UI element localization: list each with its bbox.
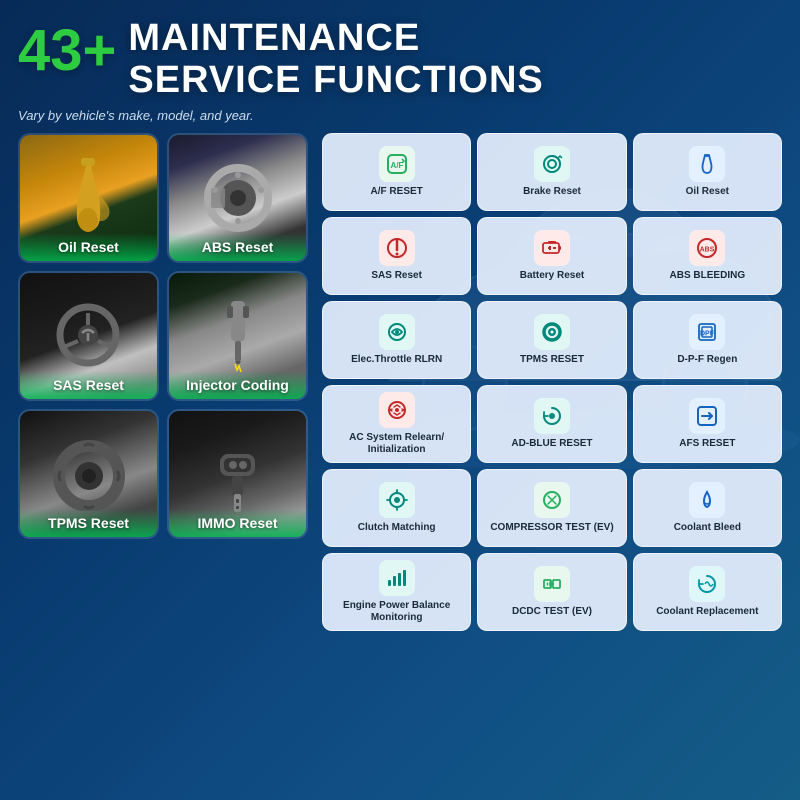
- svg-text:DPF: DPF: [700, 330, 715, 337]
- immo-label: IMMO Reset: [169, 509, 306, 537]
- af-reset-icon: A/F: [379, 146, 415, 182]
- func-card-dpf-regen[interactable]: DPF D-P-F Regen: [633, 301, 782, 379]
- title-line1: MAINTENANCE: [128, 18, 543, 60]
- func-card-dcdc-test[interactable]: DCDC TEST (EV): [477, 553, 626, 631]
- battery-reset-label: Battery Reset: [520, 270, 584, 282]
- header-section: 43+ MAINTENANCE SERVICE FUNCTIONS: [18, 18, 782, 102]
- brake-reset-icon: [534, 146, 570, 182]
- engine-power-icon: [379, 560, 415, 596]
- dcdc-test-icon: [534, 566, 570, 602]
- abs-bleeding-label: ABS BLEEDING: [670, 270, 746, 282]
- coolant-bleed-icon: [689, 482, 725, 518]
- injector-label: Injector Coding: [169, 371, 306, 399]
- func-card-battery-reset[interactable]: Battery Reset: [477, 217, 626, 295]
- func-card-brake-reset[interactable]: Brake Reset: [477, 133, 626, 211]
- afs-reset-label: AFS RESET: [679, 438, 735, 450]
- func-card-tpms-reset[interactable]: TPMS RESET: [477, 301, 626, 379]
- car-key-icon: [210, 434, 265, 514]
- photo-card-sas-reset[interactable]: SAS Reset: [18, 271, 159, 401]
- main-layout: Oil Reset ABS: [18, 133, 782, 631]
- func-card-engine-power[interactable]: Engine Power Balance Monitoring: [322, 553, 471, 631]
- dcdc-test-label: DCDC TEST (EV): [512, 606, 592, 618]
- func-card-abs-bleeding[interactable]: ABS ABS BLEEDING: [633, 217, 782, 295]
- func-card-ad-blue[interactable]: AD-BLUE RESET: [477, 385, 626, 463]
- oil-reset-label: Oil Reset: [20, 233, 157, 261]
- tire-icon: [49, 436, 129, 511]
- func-card-oil-reset[interactable]: Oil Reset: [633, 133, 782, 211]
- oil-reset-func-label: Oil Reset: [686, 186, 729, 198]
- coolant-bleed-label: Coolant Bleed: [674, 522, 741, 534]
- func-card-coolant-replacement[interactable]: Coolant Replacement: [633, 553, 782, 631]
- photo-card-immo[interactable]: IMMO Reset: [167, 409, 308, 539]
- ad-blue-label: AD-BLUE RESET: [511, 438, 592, 450]
- abs-bleeding-icon: ABS: [689, 230, 725, 266]
- svg-text:ABS: ABS: [700, 246, 715, 253]
- battery-reset-icon: [534, 230, 570, 266]
- steering-wheel-icon: [56, 303, 121, 368]
- oil-reset-func-icon: [689, 146, 725, 182]
- ad-blue-icon: [534, 398, 570, 434]
- elec-throttle-label: Elec.Throttle RLRN: [351, 354, 442, 366]
- func-card-clutch-matching[interactable]: Clutch Matching: [322, 469, 471, 547]
- feature-count: 43+: [18, 22, 116, 80]
- page-content: 43+ MAINTENANCE SERVICE FUNCTIONS Vary b…: [0, 0, 800, 641]
- func-card-compressor[interactable]: COMPRESSOR TEST (EV): [477, 469, 626, 547]
- brake-disc-icon: [203, 160, 273, 235]
- ac-system-icon: [379, 392, 415, 428]
- photo-card-injector[interactable]: Injector Coding: [167, 271, 308, 401]
- func-card-sas-reset[interactable]: SAS Reset: [322, 217, 471, 295]
- abs-reset-label: ABS Reset: [169, 233, 306, 261]
- func-card-af-reset[interactable]: A/F A/F RESET: [322, 133, 471, 211]
- clutch-matching-label: Clutch Matching: [358, 522, 436, 534]
- title-block: MAINTENANCE SERVICE FUNCTIONS: [128, 18, 543, 102]
- ac-system-label: AC System Relearn/ Initialization: [349, 432, 444, 456]
- coolant-replacement-label: Coolant Replacement: [656, 606, 758, 618]
- dpf-regen-label: D-P-F Regen: [677, 354, 737, 366]
- sas-reset-func-icon: [379, 230, 415, 266]
- sas-reset-func-label: SAS Reset: [371, 270, 422, 282]
- title-line2: SERVICE FUNCTIONS: [128, 60, 543, 102]
- dpf-regen-icon: DPF: [689, 314, 725, 350]
- photo-cards-panel: Oil Reset ABS: [18, 133, 308, 631]
- coolant-replacement-icon: [689, 566, 725, 602]
- func-card-afs-reset[interactable]: AFS RESET: [633, 385, 782, 463]
- af-reset-label: A/F RESET: [371, 186, 423, 198]
- photo-card-tpms[interactable]: TPMS Reset: [18, 409, 159, 539]
- tpms-reset-func-label: TPMS RESET: [520, 354, 584, 366]
- engine-power-label: Engine Power Balance Monitoring: [327, 600, 466, 624]
- func-card-coolant-bleed[interactable]: Coolant Bleed: [633, 469, 782, 547]
- tpms-reset-func-icon: [534, 314, 570, 350]
- injector-icon: [213, 296, 263, 376]
- function-cards-panel: A/F A/F RESET Brake Reset: [322, 133, 782, 631]
- compressor-test-label: COMPRESSOR TEST (EV): [490, 522, 613, 534]
- oil-pour-icon: [61, 158, 116, 238]
- tpms-label: TPMS Reset: [20, 509, 157, 537]
- clutch-matching-icon: [379, 482, 415, 518]
- subtitle-text: Vary by vehicle's make, model, and year.: [18, 108, 782, 123]
- brake-reset-label: Brake Reset: [523, 186, 581, 198]
- func-card-ac-system[interactable]: AC System Relearn/ Initialization: [322, 385, 471, 463]
- elec-throttle-icon: [379, 314, 415, 350]
- compressor-test-icon: [534, 482, 570, 518]
- photo-card-oil-reset[interactable]: Oil Reset: [18, 133, 159, 263]
- photo-card-abs-reset[interactable]: ABS Reset: [167, 133, 308, 263]
- func-card-elec-throttle[interactable]: Elec.Throttle RLRN: [322, 301, 471, 379]
- afs-reset-icon: [689, 398, 725, 434]
- sas-reset-label: SAS Reset: [20, 371, 157, 399]
